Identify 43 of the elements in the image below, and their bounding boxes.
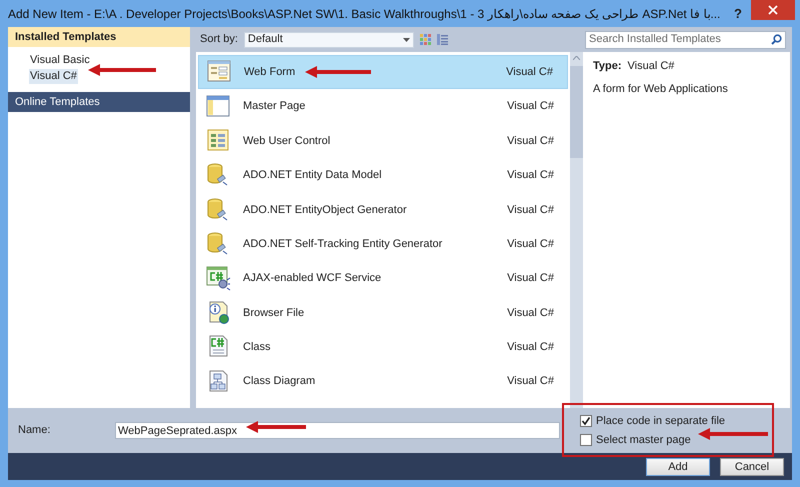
- sidebar-header[interactable]: Installed Templates: [8, 27, 190, 47]
- name-label: Name:: [18, 423, 52, 438]
- checkbox-label: Place code in separate file: [596, 414, 726, 428]
- template-item[interactable]: Browser File Visual C#: [198, 296, 568, 330]
- sidebar-item[interactable]: Visual C#: [29, 69, 78, 84]
- help-button[interactable]: ?: [725, 4, 751, 24]
- checkbox[interactable]: [580, 414, 592, 427]
- service-icon: [206, 266, 232, 292]
- window-title: Add New Item - E:\A . Developer Projects\Books\ASP.Net SW\1. Basic Walkthroughs\1 - طراحی یک صفحه ساده\راهکار 3 ASP.Net با فا...: [8, 6, 722, 22]
- name-field[interactable]: WebPageSeprated.aspx: [115, 422, 560, 439]
- template-item[interactable]: Web Form Visual C#: [198, 55, 568, 90]
- cancel-button[interactable]: Cancel: [720, 458, 784, 476]
- add-button[interactable]: Add: [646, 458, 710, 476]
- type-value: Visual C#: [628, 59, 674, 74]
- search-icon: [771, 34, 782, 45]
- checkbox-label: Select master page: [596, 433, 691, 448]
- scrollbar[interactable]: [570, 52, 583, 408]
- checkbox[interactable]: [580, 434, 592, 446]
- sort-label: Sort by:: [200, 32, 238, 48]
- annotation-arrow: [305, 66, 371, 78]
- template-item[interactable]: ADO.NET Self-Tracking Entity Generator Visual C#: [198, 226, 568, 262]
- type-label: Type:: [593, 59, 622, 74]
- close-icon: [768, 5, 778, 15]
- annotation-arrow: [88, 64, 156, 76]
- annotation-arrow: [698, 428, 768, 440]
- template-item[interactable]: Class Visual C#: [198, 330, 568, 365]
- scroll-up-icon[interactable]: [573, 56, 580, 60]
- list-view-icon[interactable]: [436, 34, 448, 45]
- template-item[interactable]: ADO.NET Entity Data Model Visual C#: [198, 158, 568, 193]
- template-item[interactable]: ADO.NET EntityObject Generator Visual C#: [198, 192, 568, 227]
- template-description: A form for Web Applications: [593, 82, 729, 96]
- caret-icon: [402, 38, 410, 42]
- grid-view-icon[interactable]: [420, 34, 431, 45]
- online-templates-item[interactable]: Online Templates: [8, 92, 190, 112]
- template-item[interactable]: AJAX-enabled WCF Service Visual C#: [198, 261, 568, 296]
- template-item[interactable]: Class Diagram Visual C#: [198, 364, 568, 399]
- close-button[interactable]: [751, 0, 795, 20]
- sort-dropdown[interactable]: Default: [244, 32, 414, 48]
- search-field[interactable]: Search Installed Templates: [585, 30, 786, 48]
- sidebar-item[interactable]: Visual Basic: [29, 53, 91, 68]
- annotation-arrow: [246, 421, 306, 433]
- template-item[interactable]: Master Page Visual C#: [198, 89, 568, 124]
- template-item[interactable]: Web User Control Visual C#: [198, 124, 568, 158]
